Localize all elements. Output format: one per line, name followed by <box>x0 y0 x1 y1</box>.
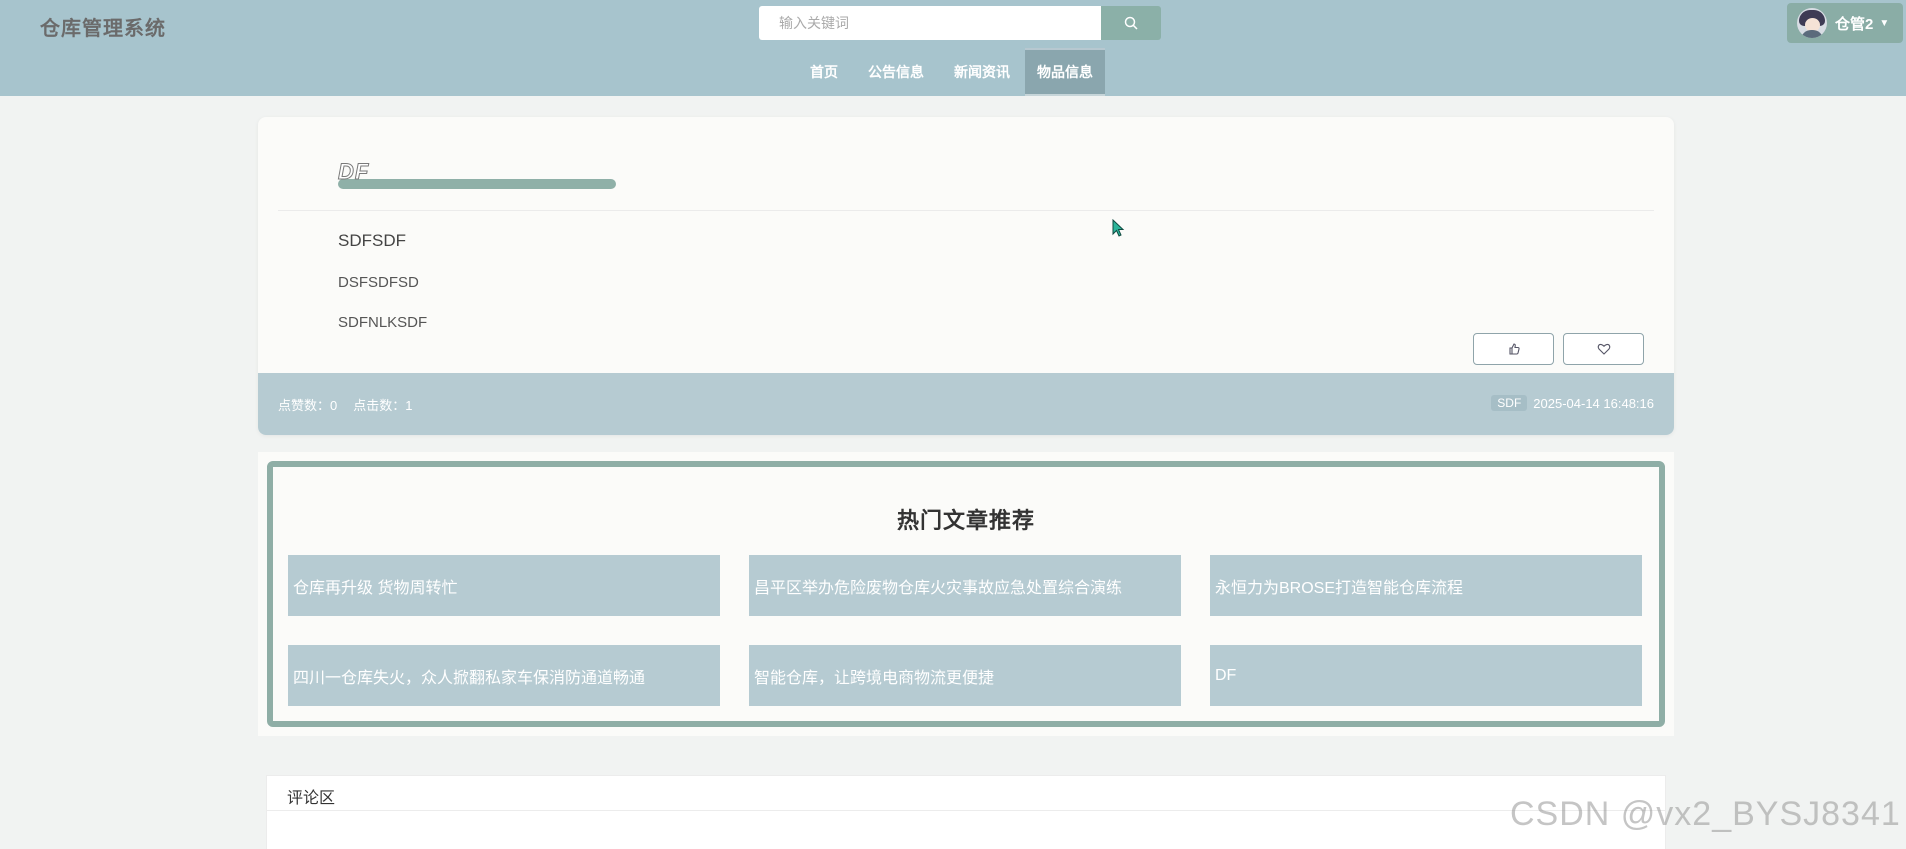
hot-article-item[interactable]: 昌平区举办危险废物仓库火灾事故应急处置综合演练 <box>749 555 1181 616</box>
avatar <box>1797 8 1827 38</box>
article-meta: SDF 2025-04-14 16:48:16 <box>1491 395 1654 411</box>
hot-article-item[interactable]: 永恒力为BROSE打造智能仓库流程 <box>1210 555 1642 616</box>
user-menu[interactable]: 仓管2 ▼ <box>1787 3 1903 43</box>
comment-section-title: 评论区 <box>287 790 336 807</box>
hot-articles-title: 热门文章推荐 <box>896 508 1035 533</box>
article-card: DF SDFSDF DSFSDFSD SDFNLKSDF 点赞数：0 点击数：1… <box>258 117 1674 435</box>
article-content-line: DSFSDFSD <box>338 274 419 291</box>
heart-icon <box>1597 343 1610 355</box>
search-button[interactable] <box>1101 6 1161 40</box>
site-brand[interactable]: 仓库管理系统 <box>40 12 166 41</box>
search-bar <box>759 6 1161 40</box>
click-count: 点击数：1 <box>353 398 413 413</box>
nav-notices[interactable]: 公告信息 <box>853 48 939 96</box>
like-count: 点赞数：0 <box>278 398 338 413</box>
favorite-button[interactable] <box>1563 333 1644 365</box>
like-button[interactable] <box>1473 333 1554 365</box>
hot-article-item[interactable]: DF <box>1210 645 1642 706</box>
title-underline <box>338 179 616 189</box>
article-content-line: SDFNLKSDF <box>338 314 428 331</box>
nav-news[interactable]: 新闻资讯 <box>939 48 1025 96</box>
article-content-line: SDFSDF <box>338 231 406 250</box>
search-input[interactable] <box>759 6 1101 40</box>
article-title: DF <box>337 159 370 185</box>
divider <box>278 210 1654 211</box>
author-badge: SDF <box>1491 395 1528 411</box>
thumb-up-icon <box>1508 343 1520 355</box>
hot-article-item[interactable]: 智能仓库，让跨境电商物流更便捷 <box>749 645 1181 706</box>
user-name: 仓管2 <box>1835 15 1874 33</box>
mouse-cursor-icon <box>1112 219 1125 237</box>
hot-article-item[interactable]: 四川一仓库失火，众人掀翻私家车保消防通道畅通 <box>288 645 720 706</box>
watermark: CSDN @vx2_BYSJ8341 <box>1510 795 1901 833</box>
top-header: 仓库管理系统 仓管2 ▼ 首页 公告信息 新闻资讯 物品信息 <box>0 0 1906 96</box>
nav-home[interactable]: 首页 <box>795 48 853 96</box>
main-nav: 首页 公告信息 新闻资讯 物品信息 <box>795 48 1105 96</box>
article-footer: 点赞数：0 点击数：1 SDF 2025-04-14 16:48:16 <box>258 373 1674 435</box>
article-stats: 点赞数：0 点击数：1 <box>278 395 412 414</box>
hot-articles-box: 热门文章推荐 仓库再升级 货物周转忙 昌平区举办危险废物仓库火灾事故应急处置综合… <box>267 461 1665 727</box>
caret-down-icon: ▼ <box>1879 17 1890 29</box>
divider <box>267 810 1665 811</box>
comment-section: 评论区 <box>266 775 1666 849</box>
hot-articles-section: 热门文章推荐 仓库再升级 货物周转忙 昌平区举办危险废物仓库火灾事故应急处置综合… <box>258 452 1674 736</box>
publish-datetime: 2025-04-14 16:48:16 <box>1533 395 1654 411</box>
hot-article-item[interactable]: 仓库再升级 货物周转忙 <box>288 555 720 616</box>
nav-items[interactable]: 物品信息 <box>1025 48 1105 96</box>
search-icon <box>1124 16 1138 30</box>
